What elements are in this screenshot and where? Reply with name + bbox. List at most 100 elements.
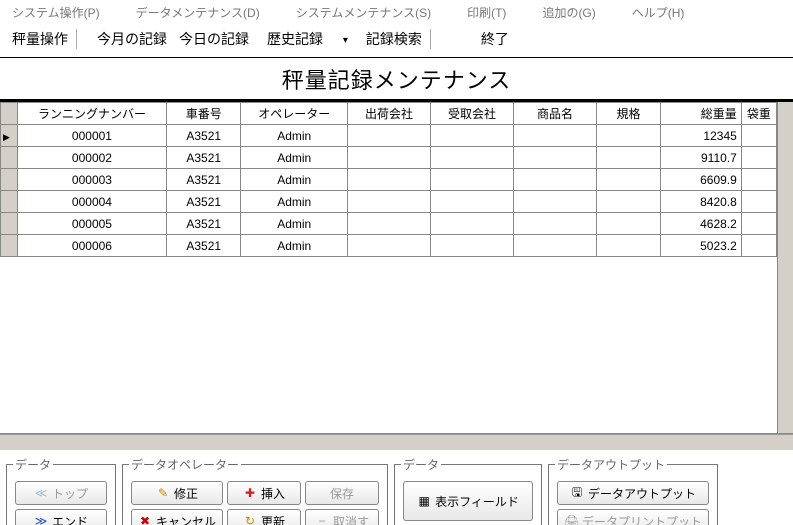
cell-product[interactable] bbox=[514, 235, 597, 257]
cell-gross-weight[interactable]: 6609.9 bbox=[660, 169, 741, 191]
end-button[interactable]: ≫ エンド bbox=[15, 509, 107, 525]
table-row[interactable]: 000001A3521Admin 12345 bbox=[1, 125, 777, 147]
cell-spec[interactable] bbox=[597, 125, 661, 147]
menu-system-operation[interactable]: システム操作(P) bbox=[8, 2, 104, 23]
cell-car-number[interactable]: A3521 bbox=[166, 147, 241, 169]
top-button[interactable]: ≪ トップ bbox=[15, 481, 107, 505]
cell-bag-weight[interactable] bbox=[741, 147, 776, 169]
cancel-button[interactable]: ✖ キャンセル bbox=[131, 509, 223, 525]
cell-shipper[interactable] bbox=[347, 147, 430, 169]
col-operator[interactable]: オペレーター bbox=[241, 103, 347, 125]
cell-car-number[interactable]: A3521 bbox=[166, 125, 241, 147]
tool-month-records[interactable]: 今月の記録 bbox=[91, 27, 173, 51]
cell-bag-weight[interactable] bbox=[741, 169, 776, 191]
data-print-button[interactable]: 🖨 データプリントプット bbox=[557, 509, 709, 525]
display-fields-button[interactable]: ▦ 表示フィールド bbox=[403, 481, 533, 521]
row-selector[interactable] bbox=[1, 147, 18, 169]
menu-add[interactable]: 追加の(G) bbox=[538, 2, 599, 23]
table-row[interactable]: 000003A3521Admin 6609.9 bbox=[1, 169, 777, 191]
col-gross-weight[interactable]: 総重量 bbox=[660, 103, 741, 125]
cell-operator[interactable]: Admin bbox=[241, 191, 347, 213]
cell-operator[interactable]: Admin bbox=[241, 235, 347, 257]
cell-running-number[interactable]: 000005 bbox=[17, 213, 166, 235]
cell-gross-weight[interactable]: 4628.2 bbox=[660, 213, 741, 235]
cell-bag-weight[interactable] bbox=[741, 125, 776, 147]
cell-gross-weight[interactable]: 8420.8 bbox=[660, 191, 741, 213]
data-output-button[interactable]: 🖫 データアウトプット bbox=[557, 481, 709, 505]
row-selector[interactable] bbox=[1, 235, 18, 257]
update-button[interactable]: ↻ 更新 bbox=[227, 509, 301, 525]
col-car-number[interactable]: 車番号 bbox=[166, 103, 241, 125]
menu-print[interactable]: 印刷(T) bbox=[463, 2, 510, 23]
cell-running-number[interactable]: 000002 bbox=[17, 147, 166, 169]
cell-spec[interactable] bbox=[597, 169, 661, 191]
cell-car-number[interactable]: A3521 bbox=[166, 235, 241, 257]
cell-bag-weight[interactable] bbox=[741, 191, 776, 213]
cell-product[interactable] bbox=[514, 147, 597, 169]
tool-history-records[interactable]: 歴史記録 ▾ bbox=[255, 27, 360, 51]
cell-running-number[interactable]: 000006 bbox=[17, 235, 166, 257]
col-shipper[interactable]: 出荷会社 bbox=[347, 103, 430, 125]
cell-product[interactable] bbox=[514, 213, 597, 235]
cell-product[interactable] bbox=[514, 169, 597, 191]
col-bag-weight[interactable]: 袋重 bbox=[741, 103, 776, 125]
col-product[interactable]: 商品名 bbox=[514, 103, 597, 125]
cell-bag-weight[interactable] bbox=[741, 213, 776, 235]
cell-gross-weight[interactable]: 12345 bbox=[660, 125, 741, 147]
cell-spec[interactable] bbox=[597, 147, 661, 169]
row-selector[interactable] bbox=[1, 213, 18, 235]
cell-operator[interactable]: Admin bbox=[241, 147, 347, 169]
menu-system-maintenance[interactable]: システムメンテナンス(S) bbox=[292, 2, 435, 23]
cell-running-number[interactable]: 000004 bbox=[17, 191, 166, 213]
cell-receiver[interactable] bbox=[430, 125, 513, 147]
table-row[interactable]: 000004A3521Admin 8420.8 bbox=[1, 191, 777, 213]
cell-operator[interactable]: Admin bbox=[241, 169, 347, 191]
record-table[interactable]: ランニングナンバー 車番号 オペレーター 出荷会社 受取会社 商品名 規格 総重… bbox=[0, 102, 777, 257]
table-row[interactable]: 000006A3521Admin 5023.2 bbox=[1, 235, 777, 257]
horizontal-scrollbar[interactable] bbox=[0, 434, 793, 450]
cell-shipper[interactable] bbox=[347, 191, 430, 213]
cell-running-number[interactable]: 000001 bbox=[17, 125, 166, 147]
cell-shipper[interactable] bbox=[347, 235, 430, 257]
cell-receiver[interactable] bbox=[430, 169, 513, 191]
cell-product[interactable] bbox=[514, 191, 597, 213]
cell-gross-weight[interactable]: 9110.7 bbox=[660, 147, 741, 169]
col-running-number[interactable]: ランニングナンバー bbox=[17, 103, 166, 125]
cell-receiver[interactable] bbox=[430, 235, 513, 257]
cell-car-number[interactable]: A3521 bbox=[166, 169, 241, 191]
cell-shipper[interactable] bbox=[347, 169, 430, 191]
edit-button[interactable]: ✎ 修正 bbox=[131, 481, 223, 505]
row-selector[interactable] bbox=[1, 191, 18, 213]
insert-button[interactable]: ✚ 挿入 bbox=[227, 481, 301, 505]
col-spec[interactable]: 規格 bbox=[597, 103, 661, 125]
undo-button[interactable]: − 取消す bbox=[305, 509, 379, 525]
cell-shipper[interactable] bbox=[347, 125, 430, 147]
row-selector[interactable] bbox=[1, 169, 18, 191]
cell-car-number[interactable]: A3521 bbox=[166, 213, 241, 235]
cell-receiver[interactable] bbox=[430, 191, 513, 213]
cell-product[interactable] bbox=[514, 125, 597, 147]
col-receiver[interactable]: 受取会社 bbox=[430, 103, 513, 125]
cell-running-number[interactable]: 000003 bbox=[17, 169, 166, 191]
table-row[interactable]: 000005A3521Admin 4628.2 bbox=[1, 213, 777, 235]
cell-spec[interactable] bbox=[597, 235, 661, 257]
vertical-scrollbar[interactable] bbox=[777, 102, 793, 433]
cell-bag-weight[interactable] bbox=[741, 235, 776, 257]
cell-operator[interactable]: Admin bbox=[241, 213, 347, 235]
cell-shipper[interactable] bbox=[347, 213, 430, 235]
cell-receiver[interactable] bbox=[430, 147, 513, 169]
tool-exit[interactable]: 終了 bbox=[475, 27, 515, 51]
cell-car-number[interactable]: A3521 bbox=[166, 191, 241, 213]
cell-gross-weight[interactable]: 5023.2 bbox=[660, 235, 741, 257]
save-button[interactable]: 保存 bbox=[305, 481, 379, 505]
menu-help[interactable]: ヘルプ(H) bbox=[628, 2, 689, 23]
cell-receiver[interactable] bbox=[430, 213, 513, 235]
cell-spec[interactable] bbox=[597, 213, 661, 235]
row-selector[interactable] bbox=[1, 125, 18, 147]
menu-data-maintenance[interactable]: データメンテナンス(D) bbox=[132, 2, 264, 23]
tool-record-search[interactable]: 記録検索 bbox=[360, 27, 428, 51]
cell-operator[interactable]: Admin bbox=[241, 125, 347, 147]
tool-weigh-operation[interactable]: 秤量操作 bbox=[6, 27, 74, 51]
tool-today-records[interactable]: 今日の記録 bbox=[173, 27, 255, 51]
table-row[interactable]: 000002A3521Admin 9110.7 bbox=[1, 147, 777, 169]
